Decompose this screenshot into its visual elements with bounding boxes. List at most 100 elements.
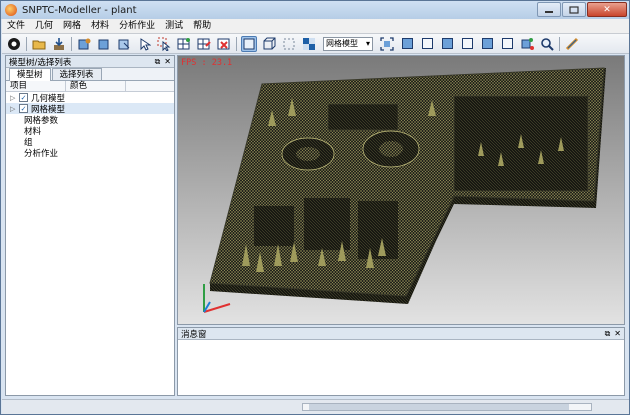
view-wire-button[interactable] — [261, 36, 277, 52]
geometry-tool-2[interactable] — [96, 36, 112, 52]
mesh-grid-icon — [177, 37, 190, 49]
column-color[interactable]: 颜色 — [66, 81, 126, 91]
title-bar: SNPTC-Modeller - plant ✕ — [1, 1, 629, 19]
view-hidden-button[interactable] — [281, 36, 297, 52]
view-right-button[interactable] — [459, 36, 475, 52]
import-icon — [54, 37, 64, 50]
fit-view-button[interactable] — [379, 36, 395, 52]
app-logo-icon — [5, 4, 17, 16]
geometry-tool-3[interactable] — [116, 36, 132, 52]
tab-selection-list[interactable]: 选择列表 — [51, 68, 102, 80]
view-left-button[interactable] — [439, 36, 455, 52]
visibility-checkbox[interactable]: ✓ — [19, 93, 28, 102]
transparent-box-icon — [283, 38, 295, 49]
pointer-icon — [140, 37, 151, 51]
app-circle-icon — [8, 37, 20, 50]
panel-title: 模型树/选择列表 — [9, 57, 72, 68]
column-item[interactable]: 项目 — [6, 81, 66, 91]
view-back-button[interactable] — [419, 36, 435, 52]
tree-item-geometry-model[interactable]: ▷ ✓ 几何模型 — [6, 92, 174, 104]
float-icon[interactable]: ⧉ — [605, 329, 611, 339]
cube-bottom-icon — [501, 38, 513, 49]
view-color-button[interactable] — [301, 36, 317, 52]
color-palette-icon — [303, 37, 315, 50]
menu-test[interactable]: 测试 — [160, 19, 188, 34]
import-button[interactable] — [51, 36, 67, 52]
cube-top-icon — [481, 38, 493, 49]
close-button[interactable]: ✕ — [587, 2, 627, 17]
tree-item-mesh-params[interactable]: 网格参数 — [6, 114, 174, 126]
measure-button[interactable] — [564, 36, 580, 52]
cube-back-icon — [421, 38, 433, 49]
window-title: SNPTC-Modeller - plant — [22, 4, 137, 16]
folder-open-icon — [32, 40, 46, 49]
display-mode-select[interactable]: 网格模型 ▾ — [323, 36, 373, 51]
geometry-tool-1[interactable] — [76, 36, 92, 52]
menu-geometry[interactable]: 几何 — [30, 19, 58, 34]
select-tool-1[interactable] — [136, 36, 152, 52]
menu-material[interactable]: 材料 — [86, 19, 114, 34]
wireframe-icon — [263, 37, 276, 49]
3d-viewport[interactable]: FPS : 23.1 — [177, 55, 625, 325]
panel-tabs: 模型树 选择列表 — [6, 68, 174, 81]
view-bottom-button[interactable] — [499, 36, 515, 52]
minimize-icon — [545, 10, 553, 13]
expand-arrow-icon[interactable]: ▷ — [10, 94, 19, 102]
cube-gear-icon — [78, 38, 91, 49]
cube-front-icon — [401, 38, 413, 49]
message-panel: 消息窗 ⧉ ✕ — [177, 327, 625, 396]
maximize-button[interactable] — [562, 2, 586, 17]
mesh-tool-1[interactable] — [176, 36, 192, 52]
expand-arrow-icon[interactable]: ▷ — [10, 105, 19, 113]
close-icon[interactable]: ✕ — [164, 57, 171, 67]
mesh-model-render — [209, 67, 606, 304]
scrollbar-thumb[interactable] — [309, 404, 569, 410]
tree-header: 项目 颜色 — [6, 81, 174, 92]
iso-cube-icon — [521, 37, 534, 50]
visibility-checkbox[interactable]: ✓ — [19, 104, 28, 113]
mesh-edit-icon — [197, 38, 211, 49]
menu-analysis-job[interactable]: 分析作业 — [114, 19, 160, 34]
maximize-icon — [569, 5, 579, 14]
cube-solid-icon — [98, 39, 109, 49]
select-tool-2[interactable] — [156, 36, 172, 52]
horizontal-scrollbar[interactable] — [302, 403, 592, 411]
mesh-delete-button[interactable] — [216, 36, 232, 52]
toolbar-separator — [236, 36, 237, 51]
tree-item-mesh-model[interactable]: ▷ ✓ 网格模型 — [6, 103, 174, 115]
display-mode-value: 网格模型 — [326, 39, 358, 48]
float-icon[interactable]: ⧉ — [155, 57, 161, 67]
tree-item-material[interactable]: 材料 — [6, 125, 174, 137]
close-icon[interactable]: ✕ — [614, 329, 621, 339]
tree-item-analysis-job[interactable]: 分析作业 — [6, 147, 174, 159]
open-button[interactable] — [31, 36, 47, 52]
message-log[interactable] — [178, 340, 624, 395]
zoom-button[interactable] — [539, 36, 555, 52]
menu-help[interactable]: 帮助 — [188, 19, 216, 34]
magnifier-icon — [541, 37, 554, 51]
menu-mesh[interactable]: 网格 — [58, 19, 86, 34]
view-top-button[interactable] — [479, 36, 495, 52]
model-tree-panel: 模型树/选择列表 ⧉ ✕ 模型树 选择列表 项目 颜色 ▷ ✓ 几何模型 ▷ ✓… — [5, 55, 175, 396]
axis-triad — [203, 284, 231, 313]
cube-right-icon — [461, 38, 473, 49]
mesh-delete-icon — [217, 38, 230, 49]
chevron-down-icon: ▾ — [365, 39, 370, 48]
main-window: SNPTC-Modeller - plant ✕ 文件 几何 网格 材料 分析作… — [0, 0, 630, 415]
toolbar-separator — [26, 36, 27, 51]
tree-item-group[interactable]: 组 — [6, 136, 174, 148]
ruler-pencil-icon — [565, 37, 579, 50]
minimize-button[interactable] — [537, 2, 561, 17]
toolbar-separator — [559, 36, 560, 51]
menu-file[interactable]: 文件 — [2, 19, 30, 34]
pointer-box-icon — [157, 37, 171, 51]
model-tree-panel-header: 模型树/选择列表 ⧉ ✕ — [6, 56, 174, 68]
main-toolbar: 网格模型 ▾ — [2, 34, 629, 54]
view-front-button[interactable] — [399, 36, 415, 52]
mesh-tool-2[interactable] — [196, 36, 212, 52]
view-solid-button[interactable] — [241, 35, 257, 52]
logo-button[interactable] — [6, 36, 22, 52]
tab-model-tree[interactable]: 模型树 — [9, 68, 51, 81]
toolbar-separator — [71, 36, 72, 51]
view-iso-button[interactable] — [519, 36, 535, 52]
